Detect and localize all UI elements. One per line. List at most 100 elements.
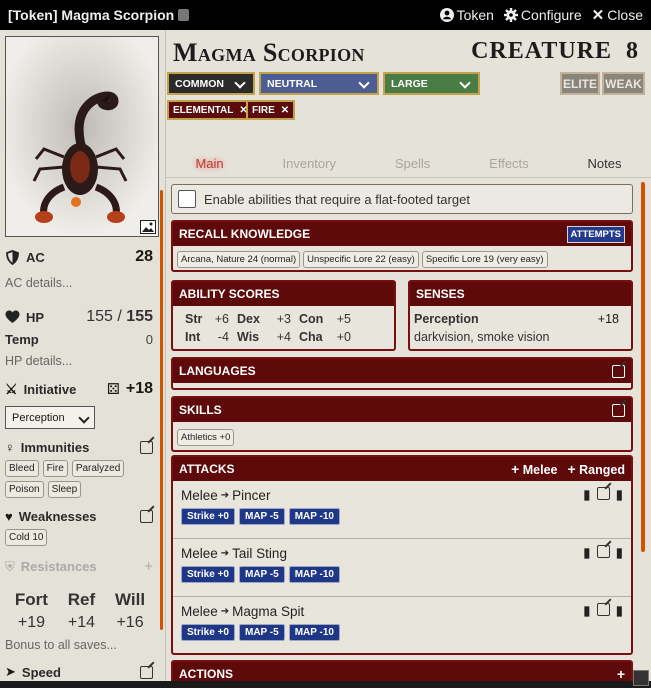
character-sheet-window: [Token] Magma Scorpion Token Configure ✕… [0,0,651,688]
temp-hp-value[interactable]: 0 [146,332,153,347]
section-header: ACTIONS + [173,662,631,681]
ability-value[interactable]: +4 [267,330,299,344]
immunity-tag: Sleep [47,481,82,498]
image-icon[interactable] [140,220,156,234]
hp-separator: / [117,308,122,325]
recall-knowledge-section: RECALL KNOWLEDGE ATTEMPTS Arcana, Nature … [171,220,633,272]
recall-tags: Arcana, Nature 24 (normal) Unspecific Lo… [173,246,631,273]
map-button[interactable]: MAP -5 [238,566,285,583]
creature-portrait[interactable] [5,36,159,237]
close-button[interactable]: ✕ Close [592,6,643,24]
main-scrollbar[interactable] [641,182,645,552]
attack-name[interactable]: Magma Spit [232,604,304,619]
d20-icon[interactable]: ⚄ [107,380,120,398]
strike-button[interactable]: Strike +0 [181,508,235,525]
tab-effects[interactable]: Effects [489,152,529,177]
ac-details[interactable]: AC details... [5,276,153,290]
trait-label: FIRE [252,104,275,116]
rarity-select[interactable]: COMMON [167,72,255,95]
edit-weaknesses-icon[interactable] [140,510,153,523]
edit-attack-icon[interactable] [596,487,610,500]
add-ranged-button[interactable]: + Ranged [567,461,625,477]
chat-icon[interactable]: ▮ [583,545,590,561]
edit-speed-icon[interactable] [140,665,153,679]
weak-button[interactable]: WEAK [602,72,645,95]
ac-value[interactable]: 28 [135,248,153,266]
flatfooted-toggle[interactable]: Enable abilities that require a flat-foo… [171,184,633,214]
saves-bonus-note[interactable]: Bonus to all saves... [5,638,153,652]
tab-inventory[interactable]: Inventory [283,152,336,177]
attacks-title: ATTACKS [179,462,235,476]
attack-name[interactable]: Tail Sting [232,546,287,561]
map-button[interactable]: MAP -10 [288,624,340,641]
temp-hp-row: Temp 0 [5,332,153,347]
tab-main[interactable]: Main [195,152,223,177]
hp-row: HP 155 / 155 [5,308,153,326]
id-card-icon[interactable] [178,9,190,21]
perception-value[interactable]: +18 [598,312,627,326]
add-action-icon[interactable]: + [617,666,625,681]
sidebar-scrollbar[interactable] [160,190,163,630]
map-button[interactable]: MAP -10 [288,566,340,583]
configure-button[interactable]: Configure [503,7,582,23]
attack-row: Melee ➔ Magma Spit ▮ ▮ Strike +0 MAP -5 MAP -… [173,597,631,655]
ability-value[interactable]: -4 [207,330,237,344]
chat-icon[interactable]: ▮ [583,487,590,503]
add-resistance-icon[interactable]: + [144,558,153,575]
elite-button[interactable]: ELITE [560,72,600,95]
ability-value[interactable]: +0 [329,330,359,344]
map-button[interactable]: MAP -5 [238,624,285,641]
trash-icon[interactable]: ▮ [616,603,623,619]
ability-value[interactable]: +6 [207,312,237,326]
trait-tag-elemental: ELEMENTAL ✕ [167,100,254,120]
map-button[interactable]: MAP -10 [288,508,340,525]
chat-icon[interactable]: ▮ [583,603,590,619]
ability-value[interactable]: +5 [329,312,359,326]
save-will[interactable]: Will +16 [115,590,145,632]
trash-icon[interactable]: ▮ [616,487,623,503]
broken-heart-icon: ♥ [5,509,13,524]
add-melee-button[interactable]: + Melee [511,461,557,477]
initiative-select[interactable]: Perception [5,406,95,429]
strike-button[interactable]: Strike +0 [181,566,235,583]
tab-spells[interactable]: Spells [395,152,430,177]
actions-title: ACTIONS [179,667,233,681]
save-fort[interactable]: Fort +19 [15,590,48,632]
attack-name[interactable]: Pincer [232,488,270,503]
edit-immunities-icon[interactable] [140,441,153,454]
attempts-button[interactable]: ATTEMPTS [566,225,625,243]
token-button[interactable]: Token [439,7,494,23]
ac-row: AC 28 [5,248,153,266]
edit-attack-icon[interactable] [596,603,610,616]
strike-button[interactable]: Strike +0 [181,624,235,641]
remove-trait-icon[interactable]: ✕ [281,105,289,116]
edit-skills-icon[interactable] [612,403,625,417]
creature-name[interactable]: Magma Scorpion [173,38,365,68]
trash-icon[interactable]: ▮ [616,545,623,561]
senses-text: darkvision, smoke vision [414,330,550,344]
alignment-select[interactable]: NEUTRAL [259,72,379,95]
resize-handle-icon[interactable] [633,670,649,686]
save-name: Will [114,590,146,609]
section-header: SENSES [410,282,631,306]
hp-value[interactable]: 155 [86,308,113,325]
ability-value[interactable]: +3 [267,312,299,326]
map-button[interactable]: MAP -5 [238,508,285,525]
window-titlebar[interactable]: [Token] Magma Scorpion Token Configure ✕… [0,0,651,30]
tab-notes[interactable]: Notes [588,152,622,177]
trait-label: ELEMENTAL [173,104,234,116]
level-value[interactable]: 8 [626,38,639,64]
hp-details[interactable]: HP details... [5,354,153,368]
section-header: RECALL KNOWLEDGE ATTEMPTS [173,222,631,246]
skill-tag[interactable]: Athletics +0 [177,429,235,446]
edit-attack-icon[interactable] [596,545,610,558]
save-ref[interactable]: Ref +14 [68,590,95,632]
ability-name: Con [299,312,324,326]
edit-languages-icon[interactable] [612,364,625,378]
hp-max[interactable]: 155 [126,308,153,325]
size-select[interactable]: LARGE [383,72,480,95]
weaknesses-label: Weaknesses [18,509,97,524]
ability-scores-section: ABILITY SCORES Str +6 Dex +3 Con +5 Int -4 W… [171,280,396,351]
flatfooted-checkbox[interactable] [178,190,196,208]
skills-title: SKILLS [179,403,222,417]
